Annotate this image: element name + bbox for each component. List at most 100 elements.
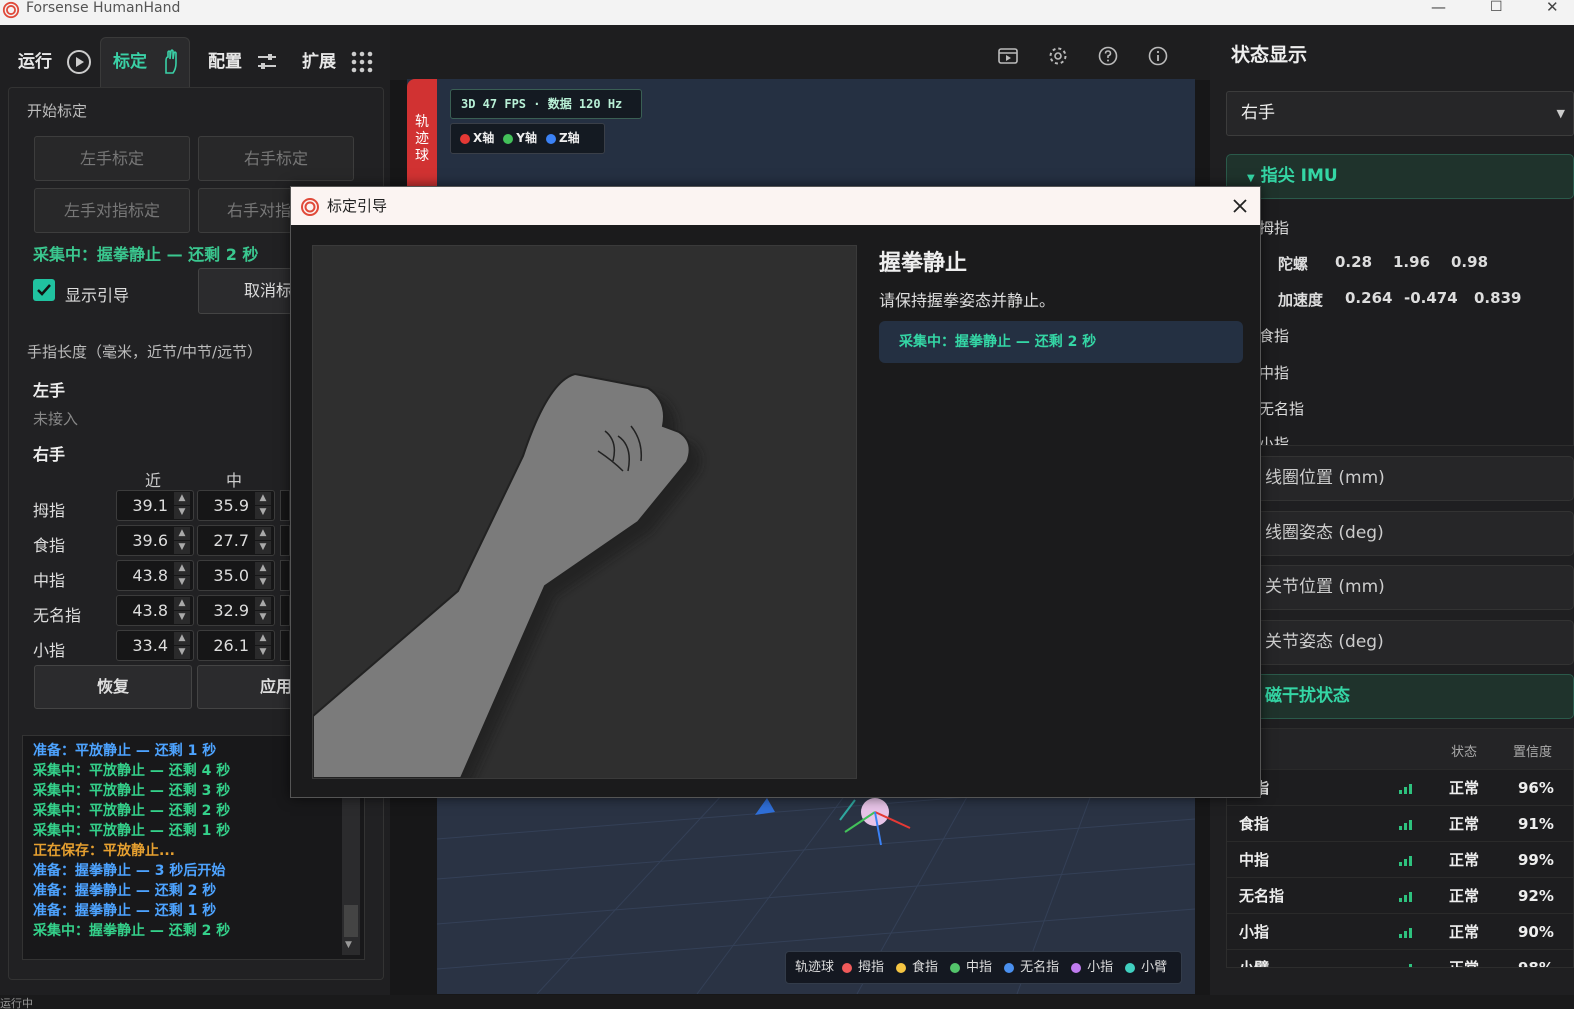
spin-down-icon[interactable]: ▼ xyxy=(174,611,190,624)
finger-length-spinbox-mid[interactable]: 27.7 ▲ ▼ xyxy=(197,525,275,556)
dialog-title: 标定引导 xyxy=(327,197,388,215)
mag-table: 状态 置信度 拇指正常96%食指正常91%中指正常99%无名指正常92%小指正常… xyxy=(1226,728,1574,968)
finger-length-value: 32.9 xyxy=(213,601,249,620)
spin-up-icon[interactable]: ▲ xyxy=(255,632,271,645)
spin-down-icon[interactable]: ▼ xyxy=(255,646,271,659)
col-confidence: 置信度 xyxy=(1513,745,1553,760)
finger-length-spinbox-near[interactable]: 33.4 ▲ ▼ xyxy=(116,630,194,661)
finger-row-label: 小指 xyxy=(33,641,66,660)
caret-down-icon: ▼ xyxy=(1247,173,1255,184)
fist-icon xyxy=(312,246,856,784)
finger-length-spinbox-mid[interactable]: 35.9 ▲ ▼ xyxy=(197,490,275,521)
imu-accordion[interactable]: ▼ 指尖 IMU xyxy=(1226,154,1574,199)
finger-length-spinbox-far[interactable] xyxy=(280,595,290,626)
spin-down-icon[interactable]: ▼ xyxy=(255,541,271,554)
finger-length-spinbox-mid[interactable]: 26.1 ▲ ▼ xyxy=(197,630,275,661)
hand-select-value: 右手 xyxy=(1241,103,1275,123)
left-pinch-calibrate-button[interactable]: 左手对指标定 xyxy=(34,188,190,233)
mag-row-confidence: 99% xyxy=(1518,851,1554,869)
signal-bars-icon xyxy=(1409,964,1412,967)
hand-select[interactable]: 右手 ▼ xyxy=(1226,91,1574,136)
mag-row-confidence: 90% xyxy=(1518,923,1554,941)
spin-up-icon[interactable]: ▲ xyxy=(174,562,190,575)
log-line: 正在保存：平放静止... xyxy=(33,843,175,859)
restore-button[interactable]: 恢复 xyxy=(34,665,192,709)
gyro-z: 0.98 xyxy=(1451,253,1489,271)
tab-run-label: 运行 xyxy=(18,52,52,72)
mag-row-status: 正常 xyxy=(1449,851,1480,869)
info-icon[interactable] xyxy=(1147,45,1169,67)
spin-down-icon[interactable]: ▼ xyxy=(255,576,271,589)
tab-run[interactable]: 运行 xyxy=(18,47,92,75)
tab-extend-label: 扩展 xyxy=(302,52,336,72)
spin-up-icon[interactable]: ▲ xyxy=(174,527,190,540)
axis-legend-item: X轴 xyxy=(460,131,494,145)
finger-length-spinbox-far[interactable] xyxy=(280,630,290,661)
help-icon[interactable] xyxy=(1097,45,1119,67)
trackball-side-tab[interactable]: 轨迹球 xyxy=(407,79,437,189)
spin-down-icon[interactable]: ▼ xyxy=(174,506,190,519)
left-hand-calibrate-button[interactable]: 左手标定 xyxy=(34,136,190,181)
legend-label: 食指 xyxy=(912,960,939,975)
spin-up-icon[interactable]: ▲ xyxy=(255,562,271,575)
finger-length-spinbox-near[interactable]: 43.8 ▲ ▼ xyxy=(116,560,194,591)
legend-dot-icon xyxy=(1004,962,1015,973)
log-line: 准备：握拳静止 — 3 秒后开始 xyxy=(33,863,226,879)
settings-gear-icon[interactable] xyxy=(1047,45,1069,67)
title-bar: Forsense HumanHand — ☐ ✕ xyxy=(0,0,1574,25)
dialog-header: 标定引导 xyxy=(291,187,1260,225)
finger-length-spinbox-near[interactable]: 43.8 ▲ ▼ xyxy=(116,595,194,626)
spin-up-icon[interactable]: ▲ xyxy=(174,632,190,645)
coil-position-accordion[interactable]: 线圈位置 (mm) xyxy=(1226,456,1574,501)
axis-label: Y轴 xyxy=(516,131,537,145)
scrollbar-thumb[interactable] xyxy=(344,905,358,937)
spin-down-icon[interactable]: ▼ xyxy=(174,576,190,589)
spin-down-icon[interactable]: ▼ xyxy=(255,506,271,519)
finger-length-spinbox-mid[interactable]: 35.0 ▲ ▼ xyxy=(197,560,275,591)
spin-up-icon[interactable]: ▲ xyxy=(255,597,271,610)
maximize-icon[interactable]: ☐ xyxy=(1490,0,1503,14)
finger-length-spinbox-far[interactable] xyxy=(280,490,290,521)
hand-icon xyxy=(165,49,177,74)
axis-legend-item: Y轴 xyxy=(503,131,537,145)
finger-length-title: 手指长度（毫米，近节/中节/远节） xyxy=(27,343,263,361)
mag-row: 拇指正常96% xyxy=(1227,769,1573,805)
joint-position-accordion[interactable]: 关节位置 (mm) xyxy=(1226,565,1574,610)
minimize-icon[interactable]: — xyxy=(1431,0,1446,15)
tab-config[interactable]: 配置 xyxy=(208,47,278,73)
spin-down-icon[interactable]: ▼ xyxy=(255,611,271,624)
spin-up-icon[interactable]: ▲ xyxy=(255,492,271,505)
axis-dot-icon xyxy=(503,133,514,144)
col-near-header: 近 xyxy=(145,471,162,490)
coil-pose-accordion[interactable]: 线圈姿态 (deg) xyxy=(1226,511,1574,556)
spin-up-icon[interactable]: ▲ xyxy=(255,527,271,540)
finger-length-spinbox-near[interactable]: 39.1 ▲ ▼ xyxy=(116,490,194,521)
finger-length-spinbox-far[interactable] xyxy=(280,525,290,556)
finger-length-spinbox-near[interactable]: 39.6 ▲ ▼ xyxy=(116,525,194,556)
spin-down-icon[interactable]: ▼ xyxy=(174,541,190,554)
spin-down-icon[interactable]: ▼ xyxy=(174,646,190,659)
legend-item: 小指 xyxy=(1071,960,1119,975)
finger-length-spinbox-far[interactable] xyxy=(280,560,290,591)
joint-pose-accordion[interactable]: 关节姿态 (deg) xyxy=(1226,620,1574,665)
spin-up-icon[interactable]: ▲ xyxy=(174,597,190,610)
scroll-down-icon[interactable]: ▼ xyxy=(345,940,352,950)
axis-label: X轴 xyxy=(473,131,495,145)
close-window-icon[interactable]: ✕ xyxy=(1546,0,1559,15)
calibration-status: 采集中：握拳静止 — 还剩 2 秒 xyxy=(33,245,259,264)
tab-extend[interactable]: 扩展 xyxy=(302,47,374,74)
dialog-close-icon[interactable] xyxy=(1232,198,1248,214)
left-hand-label: 左手 xyxy=(33,381,66,400)
show-guide-checkbox[interactable] xyxy=(33,279,55,301)
screen-record-icon[interactable] xyxy=(997,45,1019,67)
mag-row: 中指 正常 99% xyxy=(1227,841,1573,877)
mag-row-name: 小臂 xyxy=(1239,959,1270,968)
mag-interference-accordion[interactable]: 磁干扰状态 xyxy=(1226,674,1574,719)
spin-up-icon[interactable]: ▲ xyxy=(174,492,190,505)
show-guide-label: 显示引导 xyxy=(65,286,130,305)
accel-label: 加速度 xyxy=(1278,291,1324,309)
finger-length-spinbox-mid[interactable]: 32.9 ▲ ▼ xyxy=(197,595,275,626)
right-hand-calibrate-button[interactable]: 右手标定 xyxy=(198,136,354,181)
tab-calibrate[interactable]: 标定 xyxy=(113,47,181,75)
mag-row-status: 正常 xyxy=(1449,779,1480,797)
